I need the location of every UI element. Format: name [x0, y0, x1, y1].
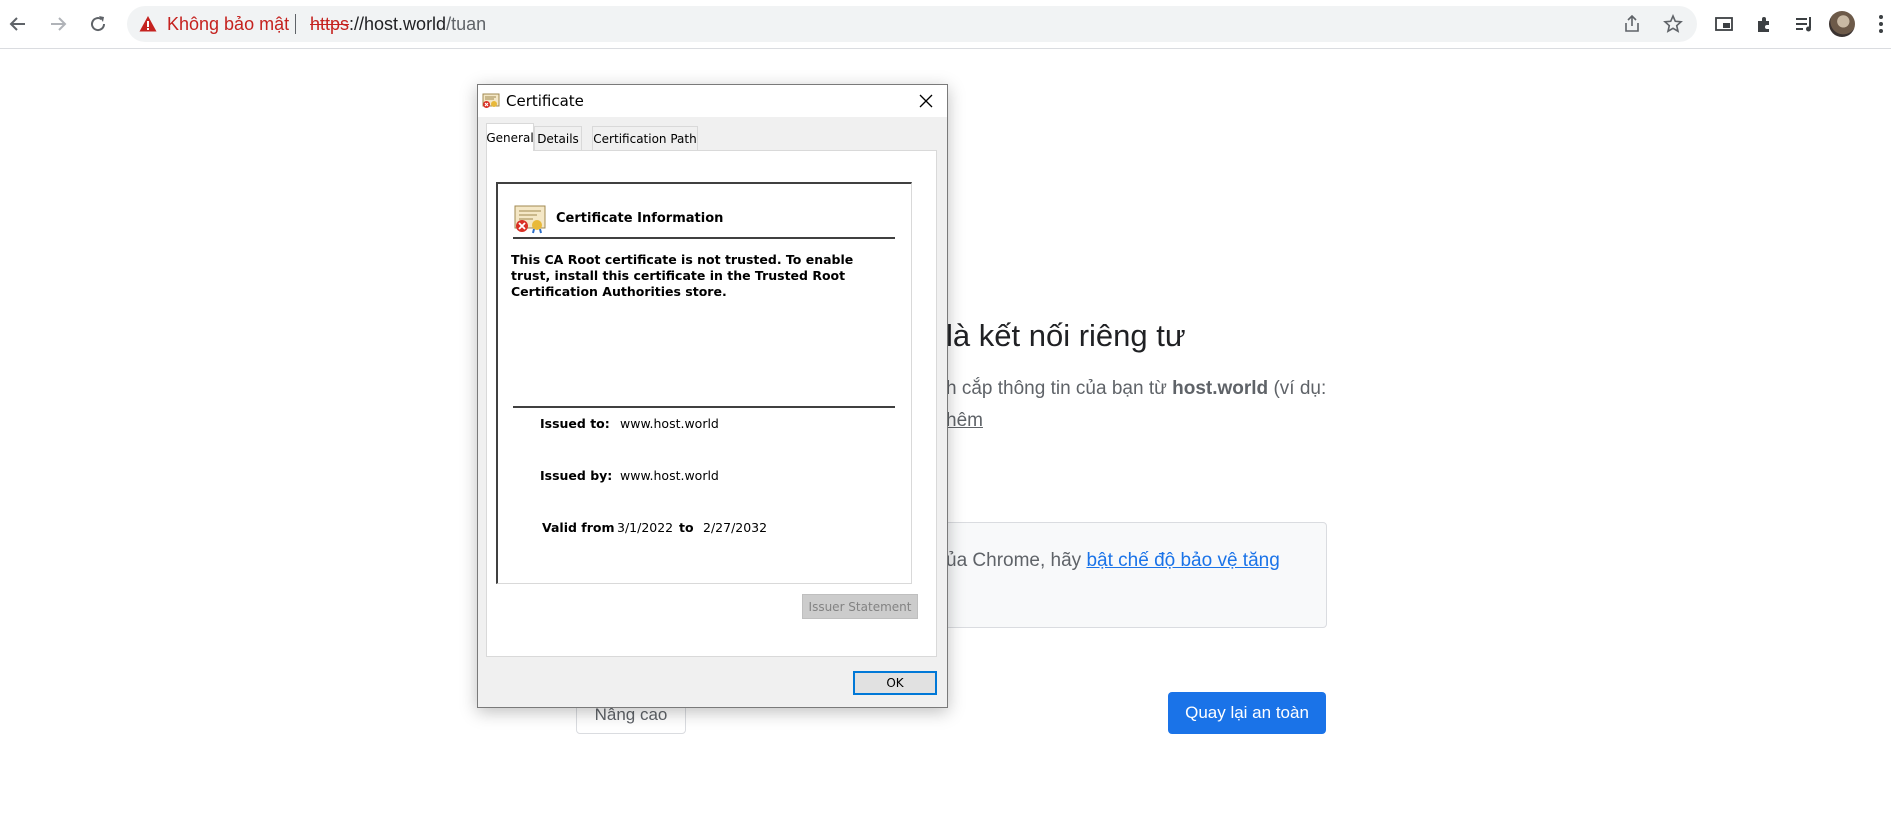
dialog-titlebar[interactable]: Certificate [478, 85, 947, 117]
page-explanation: h cắp thông tin của bạn từ host.world (v… [946, 378, 1326, 400]
certificate-dialog: Certificate General Details Certificatio… [477, 84, 948, 708]
reading-list-icon[interactable] [1792, 12, 1816, 36]
heading-divider [513, 237, 895, 239]
valid-from-value: 3/1/2022 [617, 520, 674, 535]
browser-toolbar: Không bảo mật https://host.world/tuan [0, 0, 1891, 49]
back-to-safety-button[interactable]: Quay lại an toàn [1168, 692, 1326, 734]
info-heading: Certificate Information [556, 211, 724, 226]
reload-icon[interactable] [82, 8, 114, 40]
url-host: ://host.world [349, 14, 447, 34]
issued-by-label: Issued by: [540, 468, 613, 483]
page-text-host: host.world [1172, 378, 1269, 399]
warning-triangle-icon [139, 15, 157, 33]
forward-arrow-icon[interactable] [42, 8, 74, 40]
safe-browsing-text: ủa Chrome, hãy bật chế độ bảo vệ tăng [946, 550, 1280, 572]
back-arrow-icon[interactable] [2, 8, 34, 40]
valid-to-value: 2/27/2032 [703, 520, 768, 535]
star-icon[interactable] [1661, 12, 1685, 36]
certificate-info-box: Certificate Information This CA Root cer… [496, 182, 912, 584]
learn-more-link[interactable]: hêm [946, 410, 983, 432]
issued-to-label: Issued to: [540, 416, 610, 431]
tab-general[interactable]: General [486, 123, 534, 151]
chip-divider [295, 14, 296, 34]
picture-in-picture-icon[interactable] [1712, 12, 1736, 36]
certificate-error-icon [513, 204, 547, 234]
url-scheme: https [310, 14, 350, 34]
fields-divider [513, 406, 895, 408]
profile-avatar[interactable] [1829, 11, 1855, 37]
page-text-after: (ví dụ: [1268, 378, 1327, 399]
url-text[interactable]: https://host.world/tuan [310, 6, 486, 42]
address-bar[interactable]: Không bảo mật https://host.world/tuan [127, 6, 1697, 42]
issuer-statement-button[interactable]: Issuer Statement [802, 594, 918, 619]
valid-from-label: Valid from [542, 520, 615, 535]
tab-certification-path[interactable]: Certification Path [592, 126, 698, 150]
close-icon[interactable] [914, 90, 938, 112]
enhanced-protection-link[interactable]: bật chế độ bảo vệ tăng [1086, 550, 1279, 571]
extensions-puzzle-icon[interactable] [1752, 12, 1776, 36]
security-chip[interactable]: Không bảo mật [167, 6, 289, 42]
url-path: /tuan [446, 14, 487, 34]
tab-details[interactable]: Details [534, 126, 582, 150]
dialog-title: Certificate [506, 92, 584, 110]
issued-by-value: www.host.world [620, 468, 719, 483]
certificate-icon [482, 92, 500, 110]
kebab-menu-icon[interactable] [1877, 12, 1885, 36]
page-text-before: h cắp thông tin của bạn từ [946, 378, 1173, 399]
share-icon[interactable] [1620, 12, 1644, 36]
trust-warning-message: This CA Root certificate is not trusted.… [511, 252, 854, 299]
sb-text-before: ủa Chrome, hãy [946, 550, 1087, 571]
page-heading: là kết nối riêng tư [946, 318, 1186, 353]
ok-button[interactable]: OK [853, 671, 937, 695]
issued-to-value: www.host.world [620, 416, 719, 431]
valid-to-label: to [679, 520, 694, 535]
